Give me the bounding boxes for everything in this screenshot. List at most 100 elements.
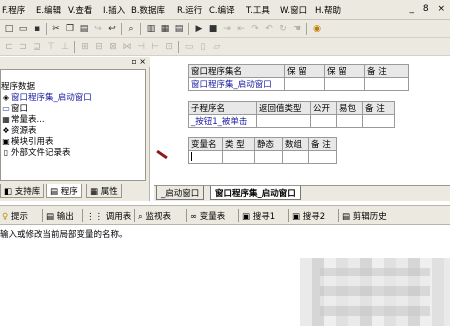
table-row[interactable]: _按钮1_被单击	[188, 114, 395, 128]
tab-label: 变量表	[199, 212, 226, 222]
run-icon[interactable]: ▶	[193, 23, 205, 35]
table-cell[interactable]	[364, 77, 409, 91]
layout-icon[interactable]: ▥	[145, 23, 157, 35]
code-editor[interactable]: 窗口程序集名 保 留 保 留 备 注 窗口程序集_启动窗口 子程序名 返回值类型…	[154, 57, 450, 185]
redo-icon[interactable]: ↪	[92, 23, 104, 35]
subroutine-table: 子程序名 返回值类型 公开 易包 备 注 _按钮1_被单击	[188, 101, 395, 128]
copy-icon[interactable]: ❐	[64, 23, 76, 35]
table-cell[interactable]	[362, 114, 395, 128]
menu-run[interactable]: R.运行	[177, 4, 202, 16]
table-row[interactable]	[188, 150, 337, 164]
menu-database[interactable]: B.数据库	[131, 4, 165, 16]
table-header-cell: 静态	[254, 137, 283, 151]
menu-help[interactable]: H.帮助	[315, 4, 341, 16]
project-tree[interactable]: 程序数据 ◈ 窗口程序集_启动窗口 ▭窗口 ▦常量表... ❖资源表 ▣模块引用表…	[0, 69, 146, 181]
tree-item-module-refs[interactable]: ▣模块引用表	[1, 135, 53, 147]
tree-item-external-files[interactable]: ▯ 外部文件记录表	[1, 146, 71, 158]
table-header-row: 变量名 类 型 静态 数组 备 注	[188, 137, 337, 151]
open-folder-icon[interactable]: ▭	[17, 23, 29, 35]
layout-icon[interactable]: ▤	[173, 23, 185, 35]
grid-icon[interactable]: ▭	[183, 41, 195, 53]
align-right-icon[interactable]: ⊒	[31, 41, 43, 53]
tab-output[interactable]: ▤ 输出	[46, 210, 74, 222]
step-icon[interactable]: ⇥	[221, 23, 233, 35]
same-size-icon[interactable]: ⊠	[107, 41, 119, 53]
tab-support-library[interactable]: ◧ 支持库	[0, 184, 45, 198]
tab-properties[interactable]: ▦ 属性	[86, 184, 122, 198]
tab-startup-window[interactable]: _启动窗口	[156, 186, 205, 200]
menu-insert[interactable]: I.插入	[103, 4, 125, 16]
find-icon[interactable]: ⌕	[125, 23, 137, 35]
panel-restore-close-icon[interactable]: ▫ ×	[131, 57, 146, 66]
tab-search-1[interactable]: ▣ 搜寻1	[242, 210, 275, 222]
align-center-icon[interactable]: ⊐	[17, 41, 29, 53]
space-v-icon[interactable]: ⊣	[135, 41, 147, 53]
tab-watch[interactable]: ⌕ 监视表	[138, 210, 171, 222]
tree-item-program-data[interactable]: 程序数据	[1, 80, 35, 92]
stop-icon[interactable]: ■	[207, 23, 219, 35]
undo-icon[interactable]: ↩	[106, 23, 118, 35]
menu-view[interactable]: V.查看	[68, 4, 92, 16]
tree-item-resources[interactable]: ❖资源表	[1, 124, 36, 136]
mdi-window-controls[interactable]: _ 8 ×	[410, 4, 449, 14]
step-icon[interactable]: ↻	[277, 23, 289, 35]
tab-separator	[82, 209, 83, 222]
toolbar-separator	[74, 41, 75, 53]
tree-item-window[interactable]: ▭窗口	[1, 102, 28, 114]
same-height-icon[interactable]: ⊟	[93, 41, 105, 53]
tab-search-2[interactable]: ▣ 搜寻2	[292, 210, 325, 222]
step-icon[interactable]: ↶	[263, 23, 275, 35]
same-width-icon[interactable]: ⊞	[79, 41, 91, 53]
menu-program[interactable]: F.程序	[2, 4, 25, 16]
menu-window[interactable]: W.窗口	[280, 4, 307, 16]
table-cell[interactable]	[222, 150, 255, 164]
left-panel: ▫ × 程序数据 ◈ 窗口程序集_启动窗口 ▭窗口 ▦常量表... ❖资源表 ▣模…	[0, 57, 150, 201]
menu-compile[interactable]: C.编译	[209, 4, 235, 16]
hand-icon[interactable]: ☚	[291, 23, 303, 35]
table-cell[interactable]	[284, 77, 325, 91]
editor-tabs: _启动窗口 窗口程序集_启动窗口	[154, 185, 450, 201]
new-file-icon[interactable]: □	[3, 23, 15, 35]
table-cell[interactable]: _按钮1_被单击	[188, 114, 257, 128]
table-cell[interactable]	[256, 114, 311, 128]
center-h-icon[interactable]: ⊡	[163, 41, 175, 53]
tab-program[interactable]: ▤ 程序	[46, 184, 82, 198]
paste-icon[interactable]: ▤	[78, 23, 90, 35]
grid-icon[interactable]: ▯	[197, 41, 209, 53]
tree-item-window-assembly[interactable]: ◈ 窗口程序集_启动窗口	[1, 91, 92, 103]
table-cell[interactable]	[254, 150, 283, 164]
table-cell[interactable]	[282, 150, 309, 164]
grid-icon[interactable]: ▱	[211, 41, 223, 53]
tab-label: 调用表	[105, 212, 132, 222]
space-icon[interactable]: ⊢	[149, 41, 161, 53]
binoculars-icon[interactable]: ◉	[311, 23, 323, 35]
tab-variables[interactable]: ∞ 变量表	[190, 210, 225, 222]
menu-tools[interactable]: T.工具	[246, 4, 270, 16]
tab-clip-history[interactable]: ▤ 剪辑历史	[342, 210, 387, 222]
align-top-icon[interactable]: ⊤	[45, 41, 57, 53]
cut-icon[interactable]: ✂	[50, 23, 62, 35]
table-header-row: 子程序名 返回值类型 公开 易包 备 注	[188, 101, 395, 115]
table-cell[interactable]	[188, 150, 223, 164]
step-icon[interactable]: ↷	[249, 23, 261, 35]
tab-window-assembly[interactable]: 窗口程序集_启动窗口	[210, 186, 301, 200]
table-cell[interactable]	[308, 150, 337, 164]
clip-history-icon: ▤	[342, 212, 351, 222]
table-row[interactable]: 窗口程序集_启动窗口	[188, 77, 409, 91]
step-icon[interactable]: ⇤	[235, 23, 247, 35]
tab-call-table[interactable]: ⋮⋮ 调用表	[86, 210, 131, 222]
align-left-icon[interactable]: ⊏	[3, 41, 15, 53]
layout-icon[interactable]: ▦	[159, 23, 171, 35]
module-icon: ◈	[2, 93, 10, 102]
table-cell[interactable]	[324, 77, 365, 91]
watch-icon: ⌕	[138, 212, 143, 222]
table-cell[interactable]: 窗口程序集_启动窗口	[188, 77, 285, 91]
space-h-icon[interactable]: ⋈	[121, 41, 133, 53]
save-icon[interactable]: ▪	[31, 23, 43, 35]
align-middle-icon[interactable]: ⊥	[59, 41, 71, 53]
menu-edit[interactable]: E.编辑	[36, 4, 61, 16]
table-cell[interactable]	[310, 114, 337, 128]
table-cell[interactable]	[336, 114, 363, 128]
tree-item-constants[interactable]: ▦常量表...	[1, 113, 44, 125]
tab-hint[interactable]: ♀ 提示	[2, 210, 28, 222]
